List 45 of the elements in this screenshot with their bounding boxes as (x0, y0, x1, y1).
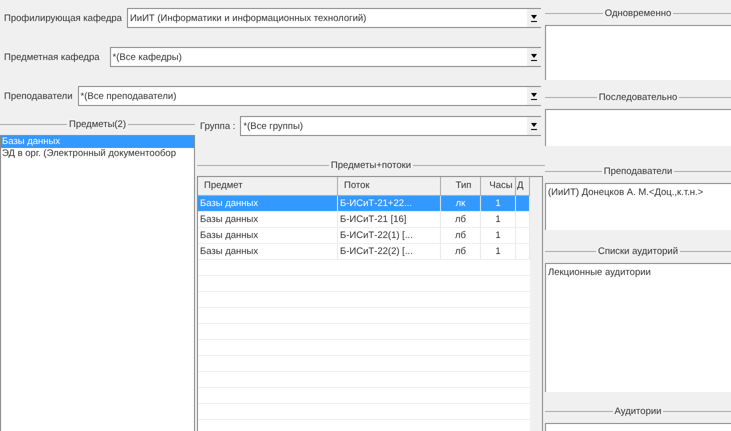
table-cell: Б-ИСиТ-22(2) [... (340, 246, 413, 257)
list-item[interactable]: Лекционные аудитории (548, 267, 729, 278)
section-title: Одновременно (604, 8, 672, 18)
table-row[interactable]: Базы данных Б-ИСиТ-21 [16] лб 1 (198, 212, 530, 228)
list-item[interactable]: (ИиИТ) Донецков А. М.<Доц.,к.т.н.> (548, 187, 729, 198)
dropdown-arrow-icon[interactable] (531, 14, 537, 22)
dropdown-field[interactable]: *(Все кафедры) (110, 47, 541, 67)
table-cell: 1 (495, 246, 501, 257)
table-cell: 1 (495, 198, 501, 209)
section-title: Аудитории (614, 406, 662, 416)
table-cell: Базы данных (200, 198, 258, 209)
section-title: Преподаватели (602, 166, 674, 176)
dropdown-field[interactable]: *(Все группы) (240, 116, 541, 136)
column-header[interactable]: Поток (338, 177, 441, 195)
field-label: Профилирующая кафедра (4, 12, 122, 24)
dropdown-arrow-icon[interactable] (531, 53, 537, 61)
section-title: Предметы(2) (68, 118, 128, 130)
field-label: Группа : (200, 120, 236, 132)
table-cell: лб (455, 246, 466, 257)
table-cell: Базы данных (200, 214, 258, 225)
table-cell: лб (455, 230, 466, 241)
section-title: Предметы+потоки (330, 160, 412, 170)
column-header[interactable]: Д (516, 177, 530, 195)
dropdown-field[interactable]: *(Все преподаватели) (78, 86, 541, 106)
table-cell: Б-ИСиТ-21+22... (340, 198, 412, 209)
table-cell: лк (456, 198, 466, 209)
table-cell: 1 (495, 230, 501, 241)
table-row[interactable]: Базы данных Б-ИСиТ-22(1) [... лб 1 (198, 228, 530, 244)
table-cell: 1 (495, 214, 501, 225)
field-label: Предметная кафедра (4, 52, 100, 62)
table-cell: лб (455, 214, 466, 225)
column-header[interactable]: Часы (481, 177, 516, 195)
field-label: Преподаватели (4, 90, 73, 102)
section-title: Списки аудиторий (596, 246, 680, 256)
table-cell: Б-ИСиТ-21 [16] (340, 214, 406, 225)
table-cell: Б-ИСиТ-22(1) [... (340, 230, 413, 241)
column-header[interactable]: Тип (441, 177, 481, 195)
list-item[interactable]: ЭД в орг. (Электронный документообор (1, 148, 194, 160)
dropdown-arrow-icon[interactable] (531, 122, 537, 130)
dropdown-field[interactable]: ИиИТ (Информатики и информационных технологий) (126, 8, 541, 28)
column-header[interactable]: Предмет (198, 177, 338, 195)
table-cell: Базы данных (200, 246, 258, 257)
section-title: Последовательно (598, 92, 678, 102)
table-cell: Базы данных (200, 230, 258, 241)
dropdown-arrow-icon[interactable] (531, 92, 537, 100)
